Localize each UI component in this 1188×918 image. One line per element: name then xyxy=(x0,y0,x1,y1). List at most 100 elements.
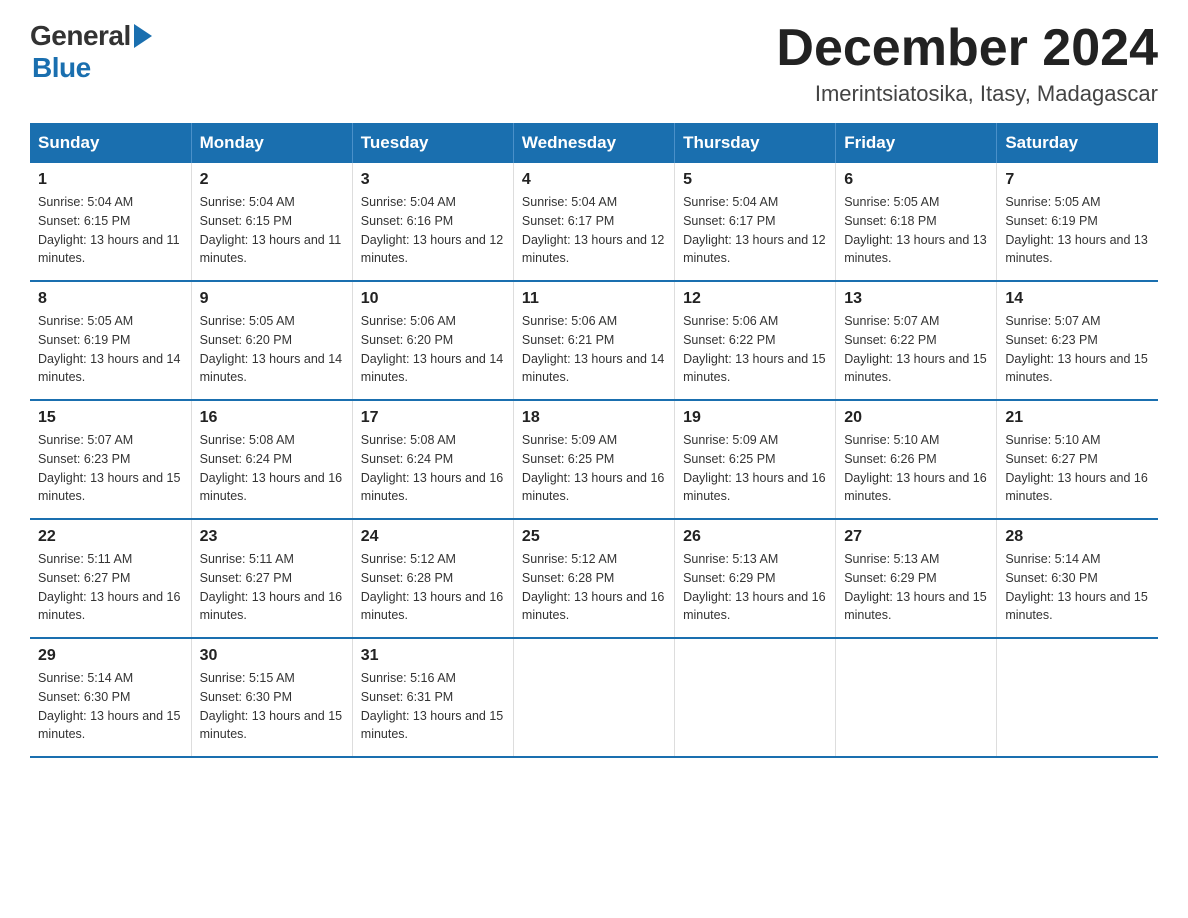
day-number: 31 xyxy=(361,647,505,665)
day-number: 5 xyxy=(683,171,827,189)
day-number: 1 xyxy=(38,171,183,189)
weekday-header-row: SundayMondayTuesdayWednesdayThursdayFrid… xyxy=(30,123,1158,163)
day-info: Sunrise: 5:06 AMSunset: 6:20 PMDaylight:… xyxy=(361,314,503,384)
calendar-cell: 6 Sunrise: 5:05 AMSunset: 6:18 PMDayligh… xyxy=(836,163,997,281)
calendar-cell: 22 Sunrise: 5:11 AMSunset: 6:27 PMDaylig… xyxy=(30,519,191,638)
logo: General Blue xyxy=(30,20,152,84)
calendar-table: SundayMondayTuesdayWednesdayThursdayFrid… xyxy=(30,123,1158,758)
day-number: 16 xyxy=(200,409,344,427)
day-info: Sunrise: 5:04 AMSunset: 6:15 PMDaylight:… xyxy=(200,195,342,265)
weekday-header-monday: Monday xyxy=(191,123,352,163)
weekday-header-sunday: Sunday xyxy=(30,123,191,163)
day-number: 23 xyxy=(200,528,344,546)
calendar-cell: 5 Sunrise: 5:04 AMSunset: 6:17 PMDayligh… xyxy=(675,163,836,281)
day-number: 3 xyxy=(361,171,505,189)
calendar-cell: 21 Sunrise: 5:10 AMSunset: 6:27 PMDaylig… xyxy=(997,400,1158,519)
day-info: Sunrise: 5:11 AMSunset: 6:27 PMDaylight:… xyxy=(200,552,342,622)
day-info: Sunrise: 5:05 AMSunset: 6:19 PMDaylight:… xyxy=(1005,195,1147,265)
day-info: Sunrise: 5:06 AMSunset: 6:21 PMDaylight:… xyxy=(522,314,664,384)
weekday-header-friday: Friday xyxy=(836,123,997,163)
calendar-cell: 17 Sunrise: 5:08 AMSunset: 6:24 PMDaylig… xyxy=(352,400,513,519)
day-number: 29 xyxy=(38,647,183,665)
title-area: December 2024 Imerintsiatosika, Itasy, M… xyxy=(776,20,1158,107)
day-number: 8 xyxy=(38,290,183,308)
day-info: Sunrise: 5:04 AMSunset: 6:15 PMDaylight:… xyxy=(38,195,180,265)
day-number: 27 xyxy=(844,528,988,546)
day-number: 22 xyxy=(38,528,183,546)
day-info: Sunrise: 5:05 AMSunset: 6:20 PMDaylight:… xyxy=(200,314,342,384)
day-number: 2 xyxy=(200,171,344,189)
calendar-cell: 30 Sunrise: 5:15 AMSunset: 6:30 PMDaylig… xyxy=(191,638,352,757)
calendar-cell: 26 Sunrise: 5:13 AMSunset: 6:29 PMDaylig… xyxy=(675,519,836,638)
calendar-cell: 7 Sunrise: 5:05 AMSunset: 6:19 PMDayligh… xyxy=(997,163,1158,281)
day-info: Sunrise: 5:10 AMSunset: 6:26 PMDaylight:… xyxy=(844,433,986,503)
day-info: Sunrise: 5:13 AMSunset: 6:29 PMDaylight:… xyxy=(683,552,825,622)
calendar-cell: 28 Sunrise: 5:14 AMSunset: 6:30 PMDaylig… xyxy=(997,519,1158,638)
day-number: 24 xyxy=(361,528,505,546)
calendar-cell: 12 Sunrise: 5:06 AMSunset: 6:22 PMDaylig… xyxy=(675,281,836,400)
day-number: 15 xyxy=(38,409,183,427)
day-info: Sunrise: 5:05 AMSunset: 6:19 PMDaylight:… xyxy=(38,314,180,384)
day-number: 28 xyxy=(1005,528,1150,546)
calendar-cell: 3 Sunrise: 5:04 AMSunset: 6:16 PMDayligh… xyxy=(352,163,513,281)
day-info: Sunrise: 5:08 AMSunset: 6:24 PMDaylight:… xyxy=(361,433,503,503)
day-number: 18 xyxy=(522,409,666,427)
calendar-week-row: 15 Sunrise: 5:07 AMSunset: 6:23 PMDaylig… xyxy=(30,400,1158,519)
day-number: 10 xyxy=(361,290,505,308)
calendar-cell: 14 Sunrise: 5:07 AMSunset: 6:23 PMDaylig… xyxy=(997,281,1158,400)
weekday-header-wednesday: Wednesday xyxy=(513,123,674,163)
calendar-cell xyxy=(836,638,997,757)
calendar-subtitle: Imerintsiatosika, Itasy, Madagascar xyxy=(776,81,1158,107)
day-info: Sunrise: 5:07 AMSunset: 6:22 PMDaylight:… xyxy=(844,314,986,384)
logo-blue-text: Blue xyxy=(32,52,91,84)
calendar-cell: 16 Sunrise: 5:08 AMSunset: 6:24 PMDaylig… xyxy=(191,400,352,519)
weekday-header-saturday: Saturday xyxy=(997,123,1158,163)
day-number: 26 xyxy=(683,528,827,546)
day-info: Sunrise: 5:06 AMSunset: 6:22 PMDaylight:… xyxy=(683,314,825,384)
calendar-cell: 29 Sunrise: 5:14 AMSunset: 6:30 PMDaylig… xyxy=(30,638,191,757)
calendar-cell: 19 Sunrise: 5:09 AMSunset: 6:25 PMDaylig… xyxy=(675,400,836,519)
calendar-cell: 20 Sunrise: 5:10 AMSunset: 6:26 PMDaylig… xyxy=(836,400,997,519)
day-number: 11 xyxy=(522,290,666,308)
day-number: 30 xyxy=(200,647,344,665)
calendar-cell: 4 Sunrise: 5:04 AMSunset: 6:17 PMDayligh… xyxy=(513,163,674,281)
day-number: 9 xyxy=(200,290,344,308)
weekday-header-tuesday: Tuesday xyxy=(352,123,513,163)
day-info: Sunrise: 5:04 AMSunset: 6:17 PMDaylight:… xyxy=(522,195,664,265)
day-info: Sunrise: 5:04 AMSunset: 6:17 PMDaylight:… xyxy=(683,195,825,265)
calendar-cell: 13 Sunrise: 5:07 AMSunset: 6:22 PMDaylig… xyxy=(836,281,997,400)
calendar-week-row: 1 Sunrise: 5:04 AMSunset: 6:15 PMDayligh… xyxy=(30,163,1158,281)
calendar-cell: 27 Sunrise: 5:13 AMSunset: 6:29 PMDaylig… xyxy=(836,519,997,638)
page-header: General Blue December 2024 Imerintsiatos… xyxy=(30,20,1158,107)
day-number: 6 xyxy=(844,171,988,189)
day-info: Sunrise: 5:14 AMSunset: 6:30 PMDaylight:… xyxy=(1005,552,1147,622)
day-number: 4 xyxy=(522,171,666,189)
logo-general-text: General xyxy=(30,20,131,52)
calendar-cell: 24 Sunrise: 5:12 AMSunset: 6:28 PMDaylig… xyxy=(352,519,513,638)
calendar-cell: 31 Sunrise: 5:16 AMSunset: 6:31 PMDaylig… xyxy=(352,638,513,757)
day-info: Sunrise: 5:09 AMSunset: 6:25 PMDaylight:… xyxy=(522,433,664,503)
calendar-cell: 11 Sunrise: 5:06 AMSunset: 6:21 PMDaylig… xyxy=(513,281,674,400)
day-info: Sunrise: 5:10 AMSunset: 6:27 PMDaylight:… xyxy=(1005,433,1147,503)
calendar-title: December 2024 xyxy=(776,20,1158,77)
day-number: 7 xyxy=(1005,171,1150,189)
day-number: 19 xyxy=(683,409,827,427)
day-number: 25 xyxy=(522,528,666,546)
calendar-cell: 2 Sunrise: 5:04 AMSunset: 6:15 PMDayligh… xyxy=(191,163,352,281)
calendar-week-row: 8 Sunrise: 5:05 AMSunset: 6:19 PMDayligh… xyxy=(30,281,1158,400)
day-info: Sunrise: 5:14 AMSunset: 6:30 PMDaylight:… xyxy=(38,671,180,741)
logo-triangle-icon xyxy=(134,24,152,48)
day-info: Sunrise: 5:04 AMSunset: 6:16 PMDaylight:… xyxy=(361,195,503,265)
calendar-cell: 8 Sunrise: 5:05 AMSunset: 6:19 PMDayligh… xyxy=(30,281,191,400)
day-number: 14 xyxy=(1005,290,1150,308)
day-info: Sunrise: 5:05 AMSunset: 6:18 PMDaylight:… xyxy=(844,195,986,265)
day-info: Sunrise: 5:12 AMSunset: 6:28 PMDaylight:… xyxy=(361,552,503,622)
day-info: Sunrise: 5:07 AMSunset: 6:23 PMDaylight:… xyxy=(1005,314,1147,384)
day-info: Sunrise: 5:12 AMSunset: 6:28 PMDaylight:… xyxy=(522,552,664,622)
calendar-cell: 15 Sunrise: 5:07 AMSunset: 6:23 PMDaylig… xyxy=(30,400,191,519)
calendar-cell xyxy=(997,638,1158,757)
day-number: 20 xyxy=(844,409,988,427)
calendar-cell xyxy=(675,638,836,757)
day-info: Sunrise: 5:13 AMSunset: 6:29 PMDaylight:… xyxy=(844,552,986,622)
day-info: Sunrise: 5:08 AMSunset: 6:24 PMDaylight:… xyxy=(200,433,342,503)
